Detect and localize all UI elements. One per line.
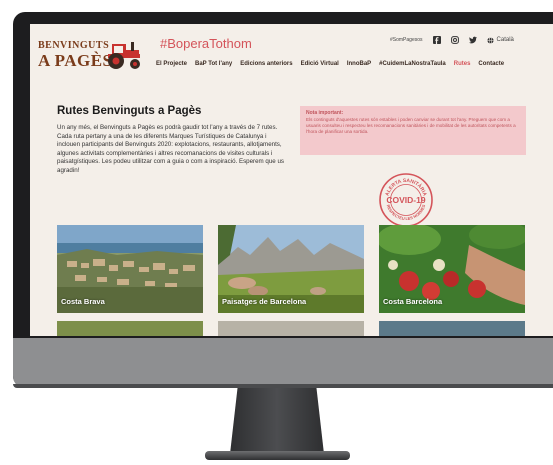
campaign-hashtag[interactable]: #BoperaTothom [160, 36, 252, 51]
route-card-costa-brava[interactable]: Costa Brava [57, 225, 203, 313]
main-content: Rutes Benvinguts a Pagès Un any més, el … [30, 84, 553, 336]
main-nav: El Projecte BaP Tot l'any Edicions anter… [156, 61, 504, 67]
tractor-icon [108, 42, 140, 69]
globe-icon [486, 36, 494, 44]
page-title: Rutes Benvinguts a Pagès [57, 105, 202, 117]
intro-text: Un any més, el Benvinguts a Pagès es pod… [57, 124, 284, 174]
monitor-chin-edge [13, 384, 553, 388]
nav-item-contacte[interactable]: Contacte [478, 61, 504, 67]
nav-item-innobap[interactable]: InnoBaP [347, 61, 371, 67]
note-text: Els continguts d'aquestes rutes són esta… [306, 117, 516, 134]
facebook-icon[interactable] [432, 36, 441, 44]
social-hashtag[interactable]: #SomPagesos [390, 37, 423, 43]
route-card-paisatges-barcelona[interactable]: Paisatges de Barcelona [218, 225, 364, 313]
language-label: Català [496, 37, 514, 43]
site-header: BENVINGUTS A PAGÈS #BoperaTothom #SomPag… [30, 24, 553, 84]
important-note: Nota important: Els continguts d'aqueste… [300, 106, 526, 155]
stamp-main-text: COVID-19 [386, 195, 425, 205]
route-card-label: Costa Brava [61, 297, 105, 306]
covid-stamp: ALERTA SANITÀRIA COVID-19 RESPECTEU LES … [379, 173, 433, 227]
route-card-label: Costa Barcelona [383, 297, 443, 306]
monitor-stand-neck [230, 388, 324, 454]
twitter-icon[interactable] [468, 36, 477, 44]
language-selector[interactable]: Català [486, 36, 514, 44]
instagram-icon[interactable] [450, 36, 459, 44]
route-card-row2-1[interactable] [57, 321, 203, 336]
route-card-costa-barcelona[interactable]: Costa Barcelona [379, 225, 525, 313]
nav-item-rutes[interactable]: Rutes [454, 61, 471, 67]
monitor-screen: BENVINGUTS A PAGÈS #BoperaTothom #SomPag… [30, 24, 553, 336]
route-card-row2-2[interactable] [218, 321, 364, 336]
note-title: Nota important: [306, 110, 344, 116]
monitor-chin [13, 338, 553, 388]
route-card-row2-3[interactable] [379, 321, 525, 336]
nav-item-cuidem[interactable]: #CuidemLaNostraTaula [379, 61, 446, 67]
nav-item-edicions-anteriors[interactable]: Edicions anteriors [240, 61, 292, 67]
nav-item-projecte[interactable]: El Projecte [156, 61, 187, 67]
nav-item-edicio-virtual[interactable]: Edició Virtual [301, 61, 339, 67]
top-bar: #SomPagesos Català [390, 36, 514, 44]
site-logo[interactable]: BENVINGUTS A PAGÈS [38, 40, 146, 80]
monitor-stand-base [205, 451, 350, 460]
nav-item-bap-tot-lany[interactable]: BaP Tot l'any [195, 61, 232, 67]
route-card-label: Paisatges de Barcelona [222, 297, 307, 306]
